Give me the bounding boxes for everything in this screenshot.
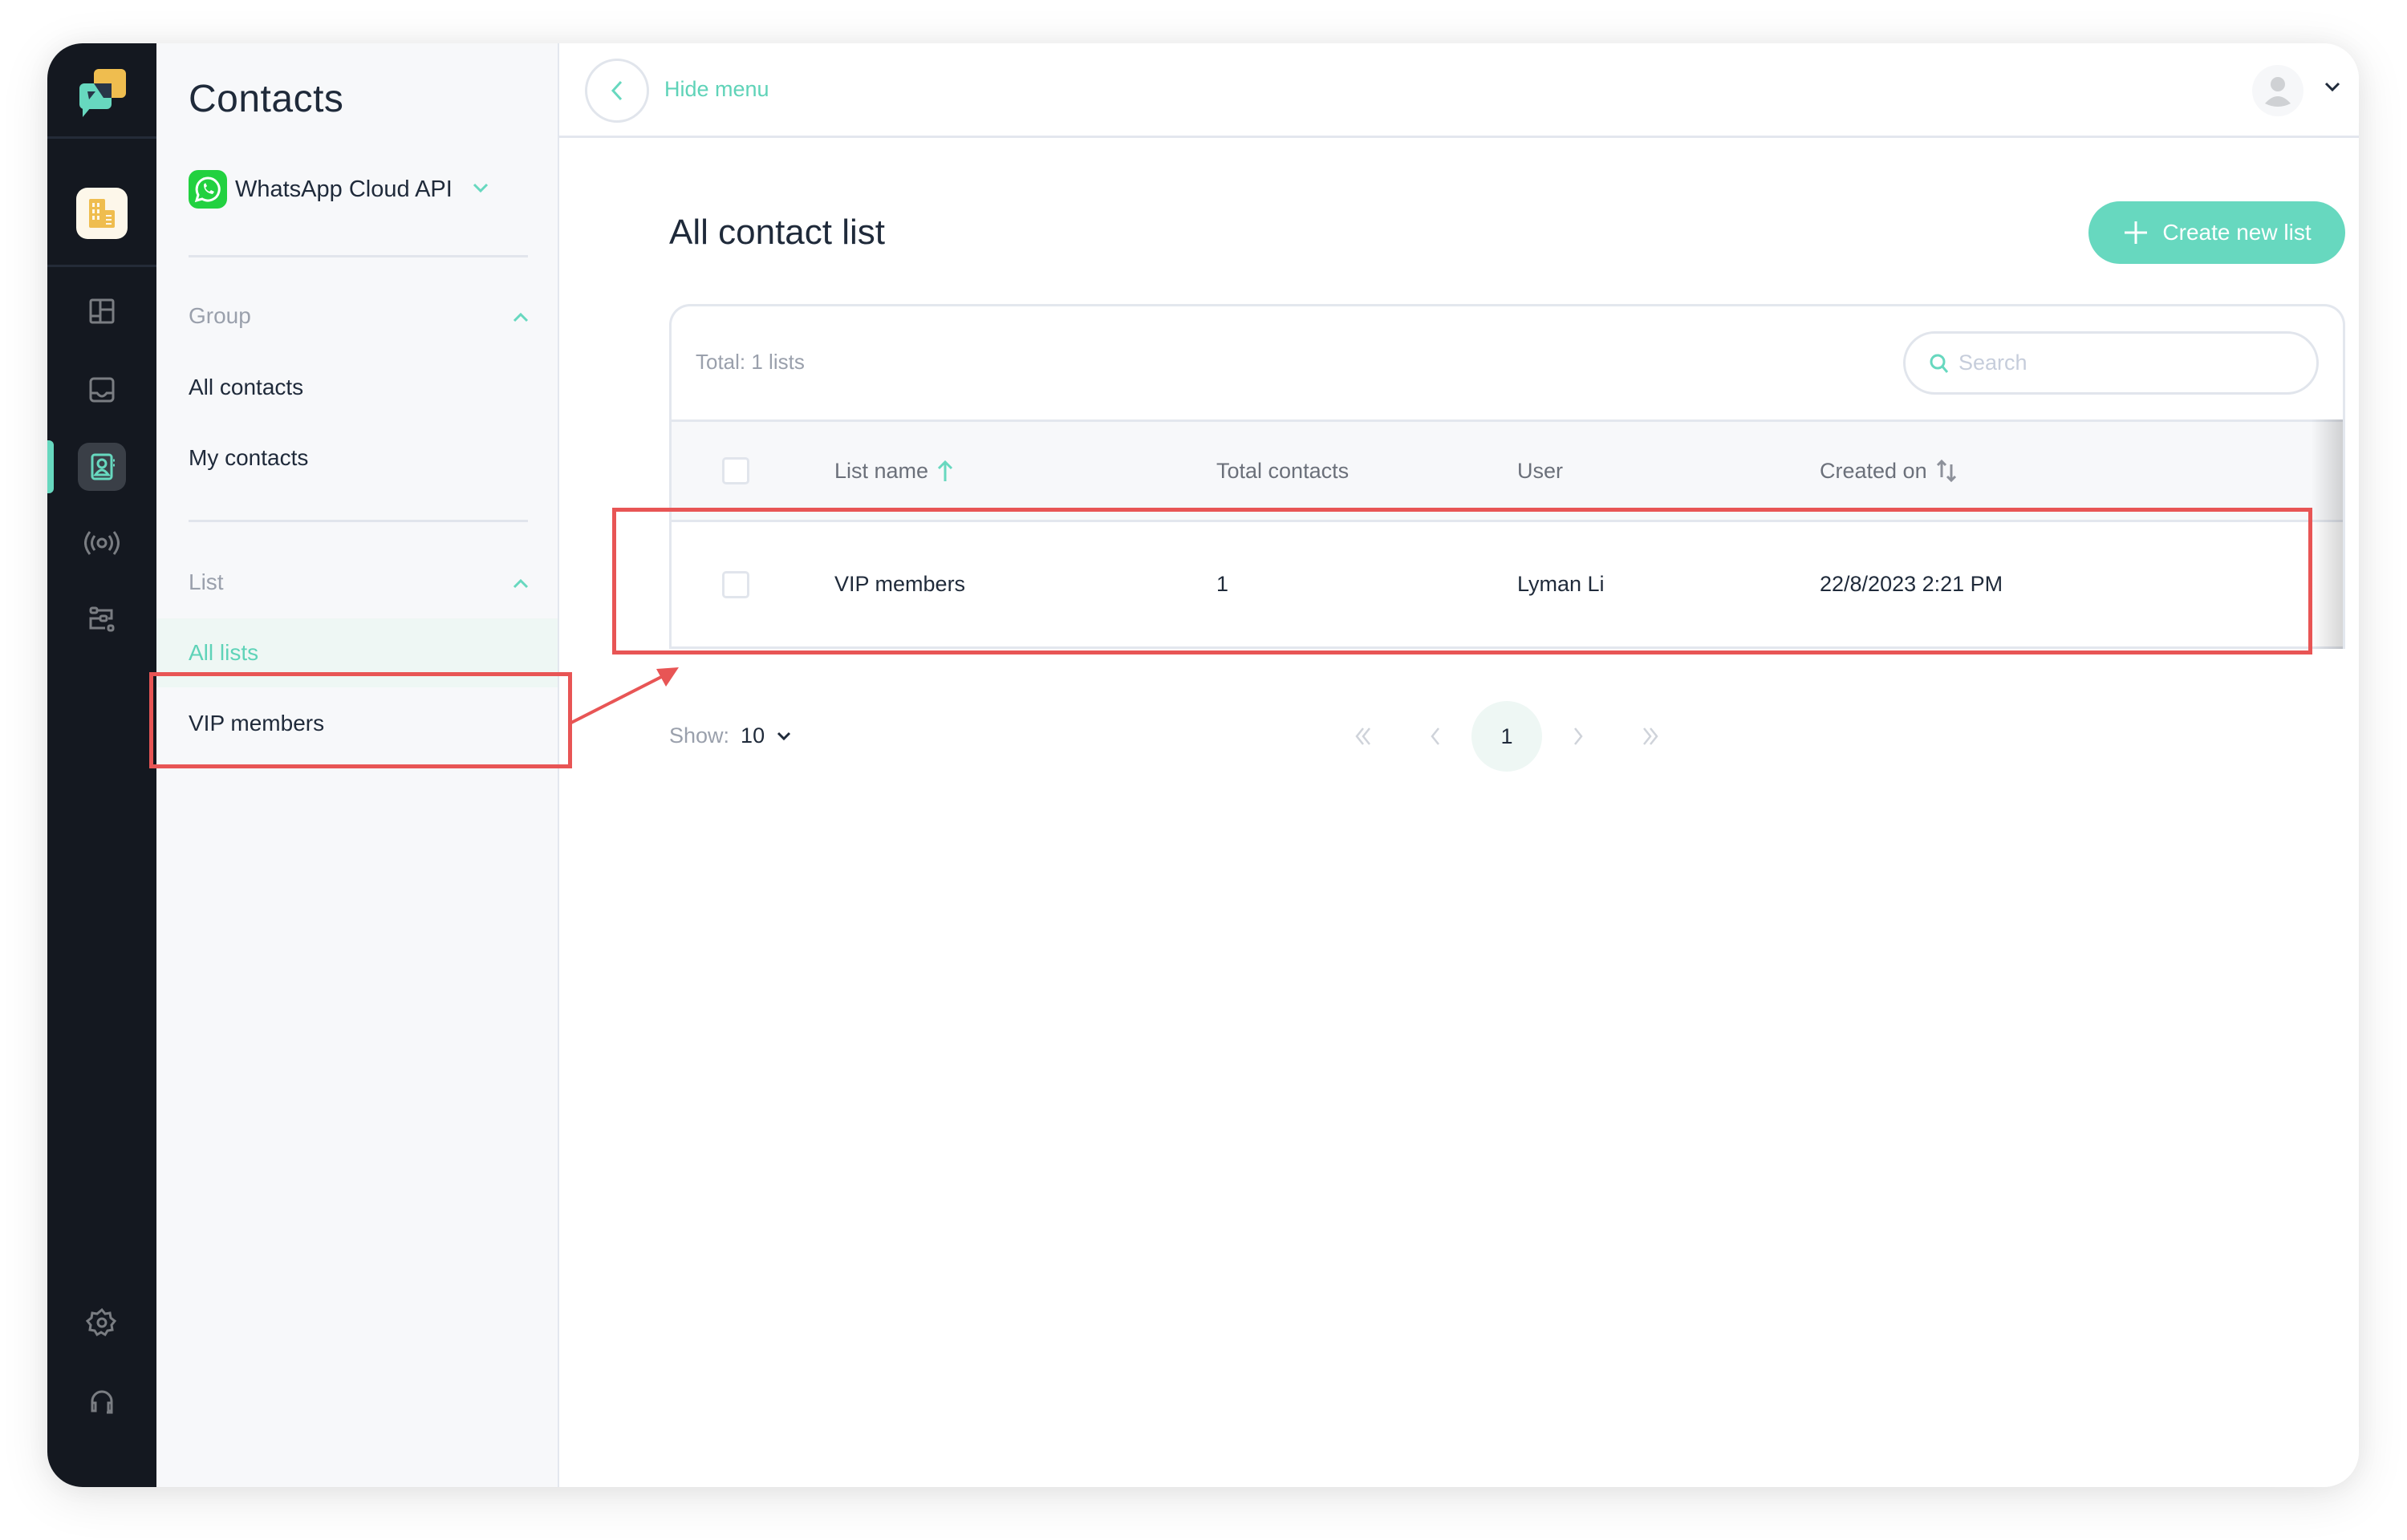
app-logo-icon[interactable] — [78, 67, 128, 117]
side-item-label: All lists — [189, 640, 259, 665]
main-content: Hide menu All contact list Create new li… — [559, 43, 2359, 1487]
support-headset-icon[interactable] — [78, 1377, 126, 1425]
previous-page-button[interactable] — [1400, 701, 1471, 772]
side-item-label: VIP members — [189, 711, 325, 736]
column-label: List name — [834, 458, 929, 483]
user-icon — [2265, 77, 2291, 107]
page-title: All contact list — [669, 213, 885, 252]
side-item-label: My contacts — [189, 445, 309, 470]
select-all-checkbox[interactable] — [722, 457, 749, 484]
table-header: List name Total contacts User Created on — [672, 419, 2343, 522]
double-chevron-right-icon — [1643, 727, 1658, 745]
side-divider — [189, 520, 528, 522]
cell-list-name[interactable]: VIP members — [834, 522, 965, 646]
side-divider — [189, 255, 528, 257]
chevron-left-icon — [1431, 727, 1439, 745]
cell-user: Lyman Li — [1517, 572, 1605, 596]
group-section-label: Group — [189, 303, 251, 328]
column-label: User — [1517, 458, 1564, 483]
whatsapp-icon — [189, 170, 227, 209]
side-item-my-contacts[interactable]: My contacts — [156, 424, 558, 492]
column-header-total-contacts: Total contacts — [1216, 422, 1349, 520]
active-indicator — [47, 440, 54, 493]
hide-menu-button[interactable] — [585, 59, 649, 123]
rail-divider — [47, 265, 156, 267]
channel-selector[interactable]: WhatsApp Cloud API — [189, 170, 489, 209]
contacts-side-panel: Contacts WhatsApp Cloud API Group All co… — [156, 43, 559, 1487]
table-toolbar: Total: 1 lists — [672, 306, 2343, 419]
column-label: Created on — [1820, 458, 1927, 483]
pagination-bar: Show: 10 1 — [669, 701, 2345, 773]
chevron-right-icon — [1574, 727, 1583, 745]
page-button-current[interactable]: 1 — [1471, 701, 1542, 772]
side-item-vip-members[interactable]: VIP members — [156, 689, 558, 758]
rail-divider — [47, 136, 156, 139]
plus-icon — [2125, 221, 2148, 244]
side-panel-title: Contacts — [189, 78, 344, 120]
page-size-selector[interactable]: Show: 10 — [669, 723, 792, 748]
group-section-header[interactable]: Group — [189, 303, 530, 329]
cell-created-on: 22/8/2023 2:21 PM — [1820, 572, 2003, 596]
settings-gear-icon[interactable] — [78, 1299, 126, 1347]
list-section-label: List — [189, 569, 224, 594]
total-count: Total: 1 lists — [696, 350, 805, 374]
side-item-all-contacts[interactable]: All contacts — [156, 353, 558, 422]
chevron-down-icon — [472, 182, 489, 197]
chevron-up-icon — [512, 569, 530, 595]
search-input[interactable] — [1958, 351, 2295, 375]
lists-table-card: Total: 1 lists List name Total contacts … — [669, 304, 2345, 649]
workflow-icon[interactable] — [78, 596, 126, 644]
list-section-header[interactable]: List — [189, 569, 530, 595]
search-box[interactable] — [1903, 331, 2319, 395]
inbox-icon[interactable] — [78, 366, 126, 414]
create-new-list-button[interactable]: Create new list — [2088, 201, 2345, 264]
user-avatar[interactable] — [2252, 65, 2303, 116]
side-item-label: All contacts — [189, 375, 304, 399]
search-icon — [1930, 354, 1949, 373]
chevron-up-icon — [512, 303, 530, 329]
chevron-down-icon — [777, 732, 791, 740]
organization-button[interactable] — [76, 188, 128, 239]
first-page-button[interactable] — [1329, 701, 1399, 772]
double-chevron-left-icon — [1355, 727, 1370, 745]
column-header-created-on[interactable]: Created on — [1820, 422, 1958, 520]
dashboard-icon[interactable] — [78, 287, 126, 335]
user-menu-chevron-icon[interactable] — [2323, 80, 2342, 97]
app-window: Contacts WhatsApp Cloud API Group All co… — [47, 43, 2359, 1487]
hide-menu-link[interactable]: Hide menu — [664, 77, 769, 102]
create-new-list-label: Create new list — [2162, 220, 2312, 245]
last-page-button[interactable] — [1614, 701, 1685, 772]
table-row[interactable]: VIP members 1 Lyman Li 22/8/2023 2:21 PM — [672, 522, 2343, 649]
sort-ascending-icon — [938, 460, 953, 481]
side-item-all-lists[interactable]: All lists — [156, 618, 558, 687]
page-size-value: 10 — [741, 723, 765, 748]
broadcast-icon[interactable] — [78, 519, 126, 567]
next-page-button[interactable] — [1543, 701, 1613, 772]
icon-rail — [47, 43, 156, 1487]
show-label: Show: — [669, 723, 730, 748]
column-header-list-name[interactable]: List name — [834, 422, 954, 520]
column-label: Total contacts — [1216, 458, 1350, 483]
column-header-user: User — [1517, 422, 1563, 520]
chevron-left-icon — [611, 80, 623, 101]
channel-name: WhatsApp Cloud API — [235, 176, 453, 202]
row-checkbox[interactable] — [722, 570, 749, 598]
sort-both-icon — [1936, 459, 1956, 483]
building-icon — [89, 199, 115, 228]
top-bar: Hide menu — [559, 43, 2359, 138]
contacts-icon[interactable] — [78, 443, 126, 491]
cell-total-contacts: 1 — [1216, 572, 1229, 596]
